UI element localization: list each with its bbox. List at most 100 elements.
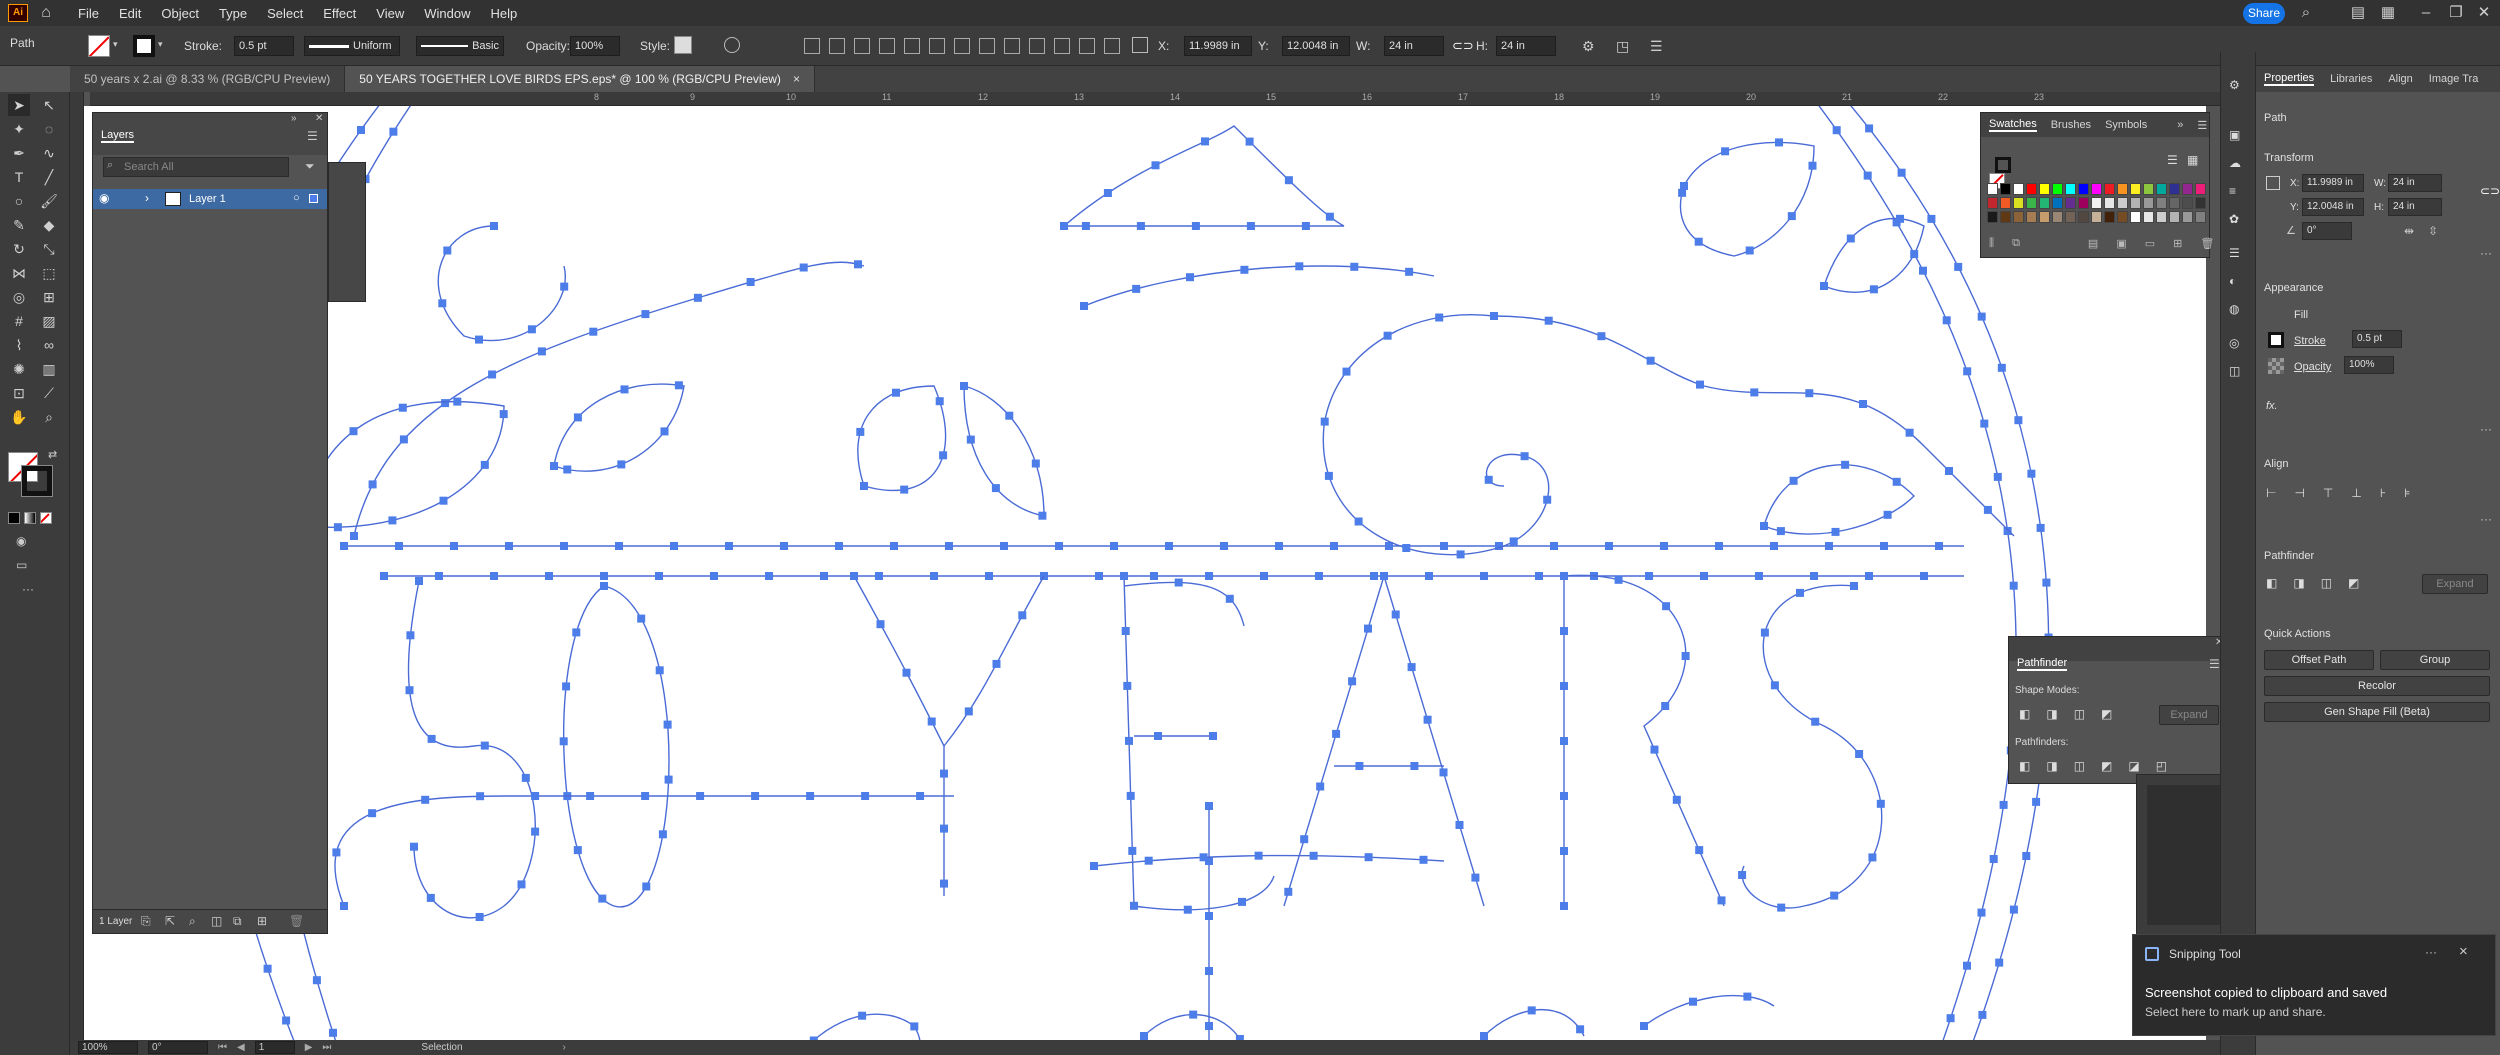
perspective-grid-tool-icon[interactable]: ⊞ [38,286,60,308]
color-swatch[interactable] [1987,197,1998,209]
x-field[interactable]: 11.9989 in [1184,36,1252,56]
anchor-point[interactable] [1419,855,1428,864]
align-hcenter-icon[interactable]: ⊣ [2294,486,2304,500]
more-options-icon[interactable]: ··· [2480,512,2492,526]
menu-effect[interactable]: Effect [323,6,356,21]
anchor-point[interactable] [1560,682,1568,690]
anchor-point[interactable] [560,542,568,550]
draw-mode-icon[interactable]: ◉ [16,534,26,548]
anchor-point[interactable] [453,397,462,406]
none-icon[interactable] [40,512,52,524]
anchor-point[interactable] [1750,388,1759,397]
anchor-point[interactable] [531,827,540,836]
anchor-point[interactable] [589,327,598,336]
align-right-icon[interactable]: ⊤ [2323,486,2333,500]
align-center-icon[interactable] [829,38,845,54]
more-options-icon[interactable]: ··· [2480,246,2492,260]
new-swatch-icon[interactable]: ⊞ [2173,237,2182,250]
anchor-point[interactable] [312,976,321,985]
trim-icon[interactable]: ◨ [2046,759,2057,773]
color-swatch[interactable] [2195,197,2206,209]
anchor-point[interactable] [940,824,948,833]
anchor-point[interactable] [1121,627,1130,635]
locate-object-icon[interactable]: ⌕ [189,914,196,929]
offset-path-button[interactable]: Offset Path [2264,650,2374,670]
anchor-point[interactable] [1865,572,1873,580]
anchor-point[interactable] [1715,542,1723,550]
anchor-point[interactable] [1831,527,1840,536]
artboards-strip-icon[interactable]: ◫ [2229,364,2240,378]
stroke-strip-icon[interactable]: ☰ [2229,246,2240,260]
layer-row[interactable]: ◉ › Layer 1 ○ [93,189,327,209]
anchor-point[interactable] [1717,896,1726,905]
tab-close-icon[interactable]: × [793,72,800,86]
anchor-point[interactable] [1031,459,1040,468]
anchor-point[interactable] [1776,527,1785,536]
anchor-point[interactable] [537,347,546,356]
anchor-point[interactable] [1876,799,1885,808]
color-swatch[interactable] [2026,211,2037,223]
anchor-point[interactable] [1805,389,1814,398]
color-swatch[interactable] [2130,197,2141,209]
anchor-point[interactable] [1760,522,1768,530]
anchor-point[interactable] [1205,802,1213,810]
art-path-bird-bottom-1[interactable] [784,1013,921,1042]
selection-indicator-icon[interactable] [309,194,318,203]
anchor-point[interactable] [340,542,348,550]
anchor-point[interactable] [1989,855,1998,863]
anchor-point[interactable] [1225,594,1234,603]
stroke-indicator-icon[interactable] [1995,157,2011,173]
width-tool-icon[interactable]: ⋈ [8,262,30,284]
anchor-point[interactable] [488,370,497,379]
anchor-point[interactable] [940,769,948,778]
transform-icon[interactable]: ⚙ [1582,38,1595,55]
anchor-point[interactable] [940,879,948,888]
anchor-point[interactable] [1560,847,1568,855]
anchor-point[interactable] [1880,542,1888,550]
anchor-point[interactable] [710,572,718,580]
anchor-point[interactable] [1125,736,1133,745]
color-swatch[interactable] [2104,197,2115,209]
anchor-point[interactable] [660,427,669,436]
color-swatch[interactable] [2052,183,2063,195]
anchor-point[interactable] [1892,477,1901,486]
art-path-leaf-5[interactable] [963,385,1045,517]
anchor-point[interactable] [1295,262,1304,271]
anchor-point[interactable] [1820,282,1828,290]
align-bottom-icon[interactable] [929,38,945,54]
anchor-point[interactable] [1484,475,1493,484]
constrain-proportions-icon[interactable]: ⊂⊃ [1452,38,1474,54]
anchor-point[interactable] [1110,542,1118,550]
anchor-point[interactable] [1869,285,1878,294]
anchor-point[interactable] [1942,316,1951,325]
color-swatch[interactable] [2182,183,2193,195]
anchor-point[interactable] [1275,542,1283,550]
anchor-point[interactable] [1695,846,1704,855]
align-vcenter-icon[interactable]: ⊦ [2380,486,2386,500]
anchor-point[interactable] [964,707,973,716]
anchor-point[interactable] [1787,212,1796,221]
anchor-point[interactable] [1342,367,1351,376]
color-swatch[interactable] [2039,211,2050,223]
anchor-point[interactable] [1151,161,1160,170]
anchor-point[interactable] [2032,797,2041,806]
scale-tool-icon[interactable]: ⤡ [38,238,60,260]
anchor-point[interactable] [1810,572,1818,580]
art-path-bird-bottom-2[interactable] [1143,1014,1244,1042]
opacity-field[interactable]: 100% [570,36,620,56]
minus-back-icon[interactable]: ◰ [2156,759,2167,773]
anchor-point[interactable] [1883,510,1892,519]
anchor-point[interactable] [1320,417,1329,426]
anchor-point[interactable] [858,1011,867,1020]
anchor-point[interactable] [1696,380,1704,389]
anchor-point[interactable] [1694,237,1703,246]
anchor-point[interactable] [2003,527,2012,535]
group-button[interactable]: Group [2380,650,2490,670]
selection-tool-icon[interactable]: ➤ [8,94,30,116]
list-view-icon[interactable]: ☰ [2167,153,2178,167]
color-swatch[interactable] [2039,183,2050,195]
previous-artboard-icon[interactable]: ◀ [237,1042,245,1053]
align-right-icon[interactable] [854,38,870,54]
panel-menu-icon[interactable]: ☰ [1650,38,1663,55]
anchor-point[interactable] [641,310,650,319]
